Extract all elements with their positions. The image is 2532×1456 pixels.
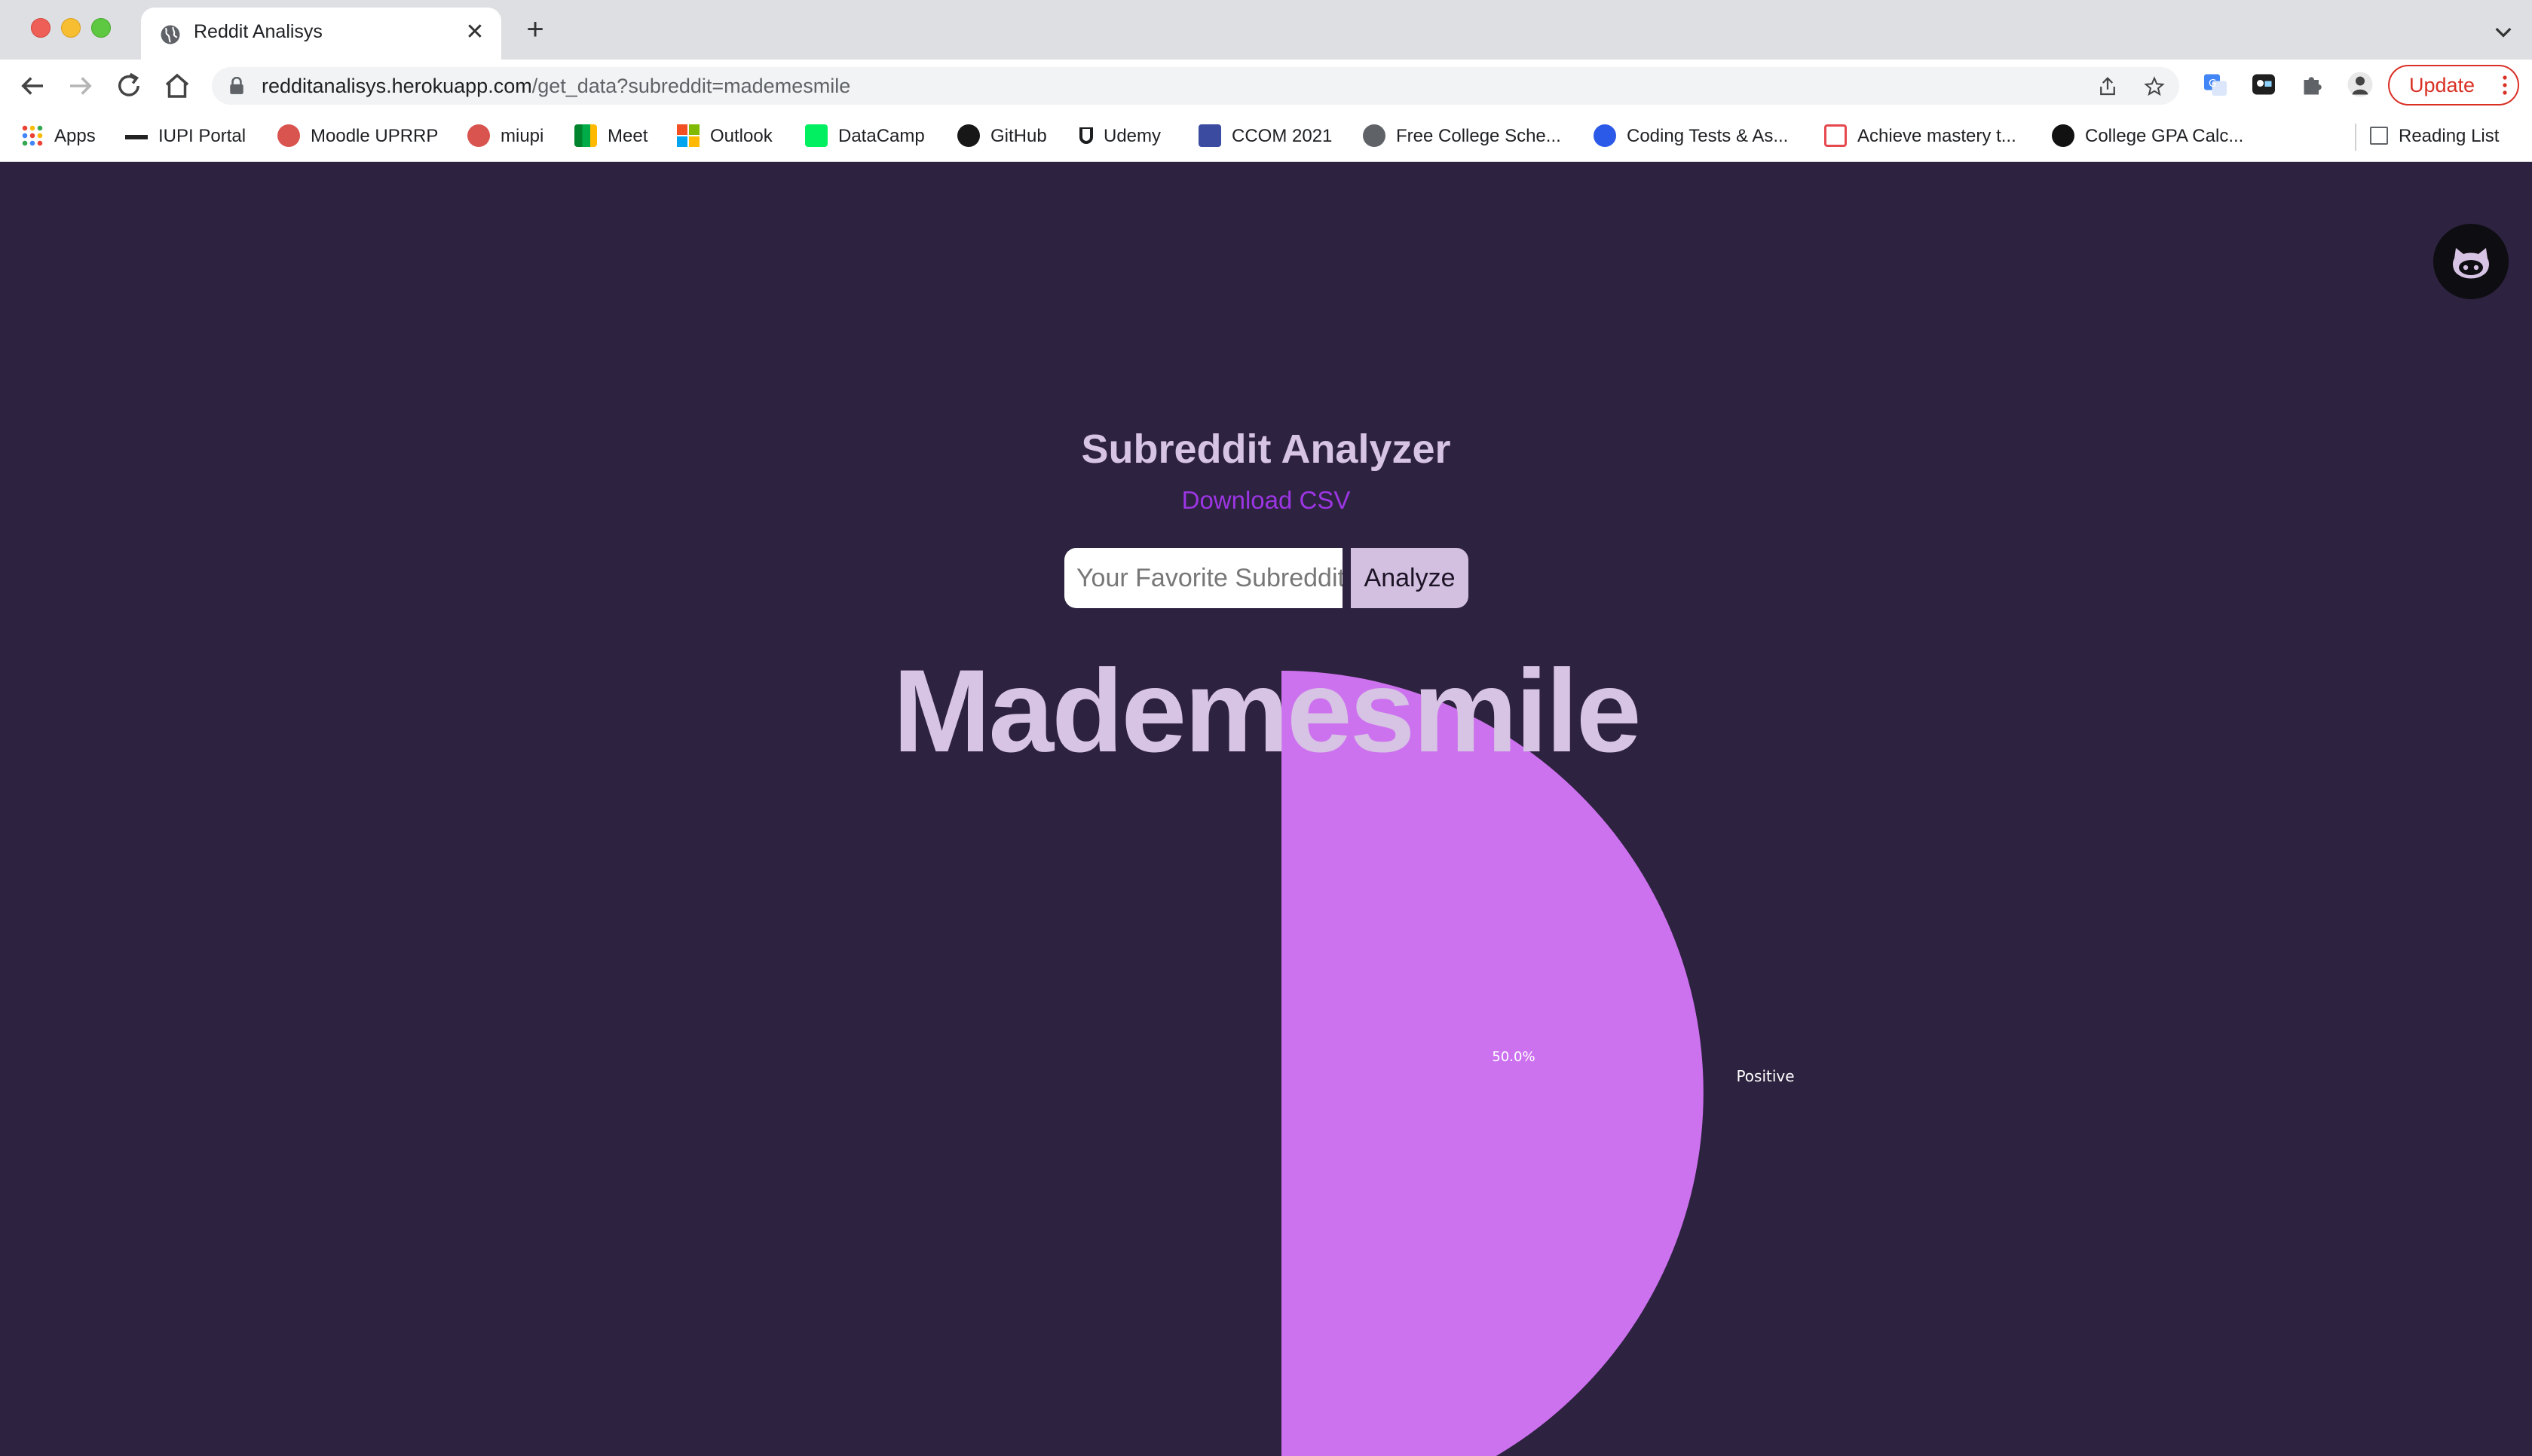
reload-button[interactable] <box>113 70 145 102</box>
browser-toolbar: redditanalisys.herokuapp.com/get_data?su… <box>0 60 2532 112</box>
bookmark-iupi-portal[interactable]: IUPI Portal <box>125 123 246 150</box>
moodle-icon <box>277 124 300 147</box>
close-tab-icon[interactable]: ✕ <box>462 20 488 45</box>
bookmark-star-icon[interactable] <box>2143 75 2166 98</box>
mastery-icon <box>1824 124 1847 147</box>
meet-icon <box>574 124 597 147</box>
share-icon[interactable] <box>2096 75 2119 98</box>
browser-tab[interactable]: Reddit Analisys ✕ <box>141 8 501 60</box>
arrow-left-icon <box>21 77 43 95</box>
url-text: redditanalisys.herokuapp.com/get_data?su… <box>262 75 850 98</box>
bookmark-achieve-mastery[interactable]: Achieve mastery t... <box>1824 123 2016 150</box>
extensions-puzzle-icon[interactable] <box>2298 71 2325 98</box>
tab-title: Reddit Analisys <box>194 21 323 42</box>
bookmark-free-college-schedule[interactable]: Free College Sche... <box>1363 123 1561 150</box>
bookmark-label: Meet <box>608 126 648 146</box>
sentiment-pie-chart: Positive 50.0% <box>1281 671 1795 1456</box>
update-label: Update <box>2409 74 2475 96</box>
pie-slice-label: Positive <box>1736 1067 1794 1085</box>
bookmarks-bar: Apps IUPI Portal Moodle UPRRP miupi Meet… <box>0 112 2532 162</box>
bookmark-label: Udemy <box>1104 126 1162 146</box>
bookmark-label: IUPI Portal <box>158 126 246 146</box>
screen-capture-extension-icon[interactable] <box>2250 71 2277 98</box>
new-tab-button[interactable]: + <box>520 14 550 45</box>
svg-text:G: G <box>2209 78 2216 90</box>
udemy-icon <box>1079 127 1093 144</box>
bookmark-datacamp[interactable]: DataCamp <box>805 123 925 150</box>
app-title: Subreddit Analyzer <box>1081 427 1451 472</box>
bookmark-apps[interactable]: Apps <box>21 123 96 150</box>
profile-avatar-icon[interactable] <box>2347 71 2374 98</box>
subreddit-name-heading: Mademesmile <box>892 646 1641 777</box>
bookmark-label: College GPA Calc... <box>2085 126 2244 146</box>
pie-slice-value-label: 50.0% <box>1492 1049 1535 1065</box>
browser-window: Reddit Analisys ✕ + redditanalisys.herok… <box>0 0 2532 1456</box>
update-browser-button[interactable]: Update <box>2388 65 2519 106</box>
globe-icon <box>161 25 180 44</box>
github-icon <box>957 124 980 147</box>
bookmark-label: GitHub <box>990 126 1047 146</box>
lock-icon <box>230 77 243 94</box>
bookmark-udemy[interactable]: Udemy <box>1079 123 1161 150</box>
reading-list-button[interactable]: Reading List <box>2370 123 2499 150</box>
minimize-window-button[interactable] <box>61 18 81 38</box>
gpa-icon <box>2052 124 2074 147</box>
bookmark-coding-tests[interactable]: Coding Tests & As... <box>1594 123 1788 150</box>
bookmark-label: miupi <box>501 126 544 146</box>
miupi-icon <box>467 124 490 147</box>
close-window-button[interactable] <box>31 18 51 38</box>
github-octocat-icon <box>2453 248 2489 279</box>
bookmark-label: Achieve mastery t... <box>1857 126 2016 146</box>
address-bar[interactable]: redditanalisys.herokuapp.com/get_data?su… <box>212 67 2179 105</box>
ccom-icon <box>1199 124 1221 147</box>
bookmark-miupi[interactable]: miupi <box>467 123 543 150</box>
upr-icon <box>125 125 148 139</box>
analyze-button[interactable]: Analyze <box>1351 548 1468 608</box>
web-page: Positive 50.0% Subreddit Analyzer Downlo… <box>0 162 2532 1456</box>
datacamp-icon <box>805 124 828 147</box>
url-host: redditanalisys.herokuapp.com <box>262 75 532 97</box>
reading-list-label: Reading List <box>2399 126 2500 146</box>
home-button[interactable] <box>161 70 193 102</box>
subreddit-search-input[interactable] <box>1064 548 1343 608</box>
arrow-right-icon <box>70 77 92 95</box>
bookmark-label: Coding Tests & As... <box>1627 126 1789 146</box>
globe-icon <box>1363 124 1385 147</box>
bookmark-moodle-uprrp[interactable]: Moodle UPRRP <box>277 123 438 150</box>
back-button[interactable] <box>17 70 48 102</box>
bookmark-label: Apps <box>54 126 96 146</box>
bookmark-outlook[interactable]: Outlook <box>677 123 773 150</box>
zoom-window-button[interactable] <box>91 18 111 38</box>
download-csv-link[interactable]: Download CSV <box>0 486 2532 515</box>
more-menu-icon <box>2503 75 2507 95</box>
reading-list-icon <box>2370 126 2388 145</box>
github-link[interactable] <box>2433 224 2509 299</box>
bookmark-github[interactable]: GitHub <box>957 123 1047 150</box>
bookmark-label: Outlook <box>710 126 773 146</box>
tab-strip: Reddit Analisys ✕ + <box>0 0 2532 60</box>
bookmark-college-gpa[interactable]: College GPA Calc... <box>2052 123 2243 150</box>
home-icon <box>165 73 189 98</box>
forward-button[interactable] <box>65 70 96 102</box>
google-translate-icon[interactable]: G <box>2202 71 2229 98</box>
bookmarks-divider <box>2355 124 2356 151</box>
apps-grid-icon <box>21 124 44 147</box>
outlook-icon <box>677 124 700 147</box>
bookmark-label: DataCamp <box>838 126 925 146</box>
tab-search-icon[interactable] <box>2491 20 2515 44</box>
reload-icon <box>118 72 139 96</box>
bookmark-ccom-2021[interactable]: CCOM 2021 <box>1199 123 1332 150</box>
bookmark-label: CCOM 2021 <box>1232 126 1333 146</box>
bookmark-label: Moodle UPRRP <box>311 126 439 146</box>
url-path: /get_data?subreddit=mademesmile <box>531 75 851 97</box>
bookmark-label: Free College Sche... <box>1396 126 1561 146</box>
bookmark-meet[interactable]: Meet <box>574 123 648 150</box>
coding-tests-icon <box>1594 124 1616 147</box>
